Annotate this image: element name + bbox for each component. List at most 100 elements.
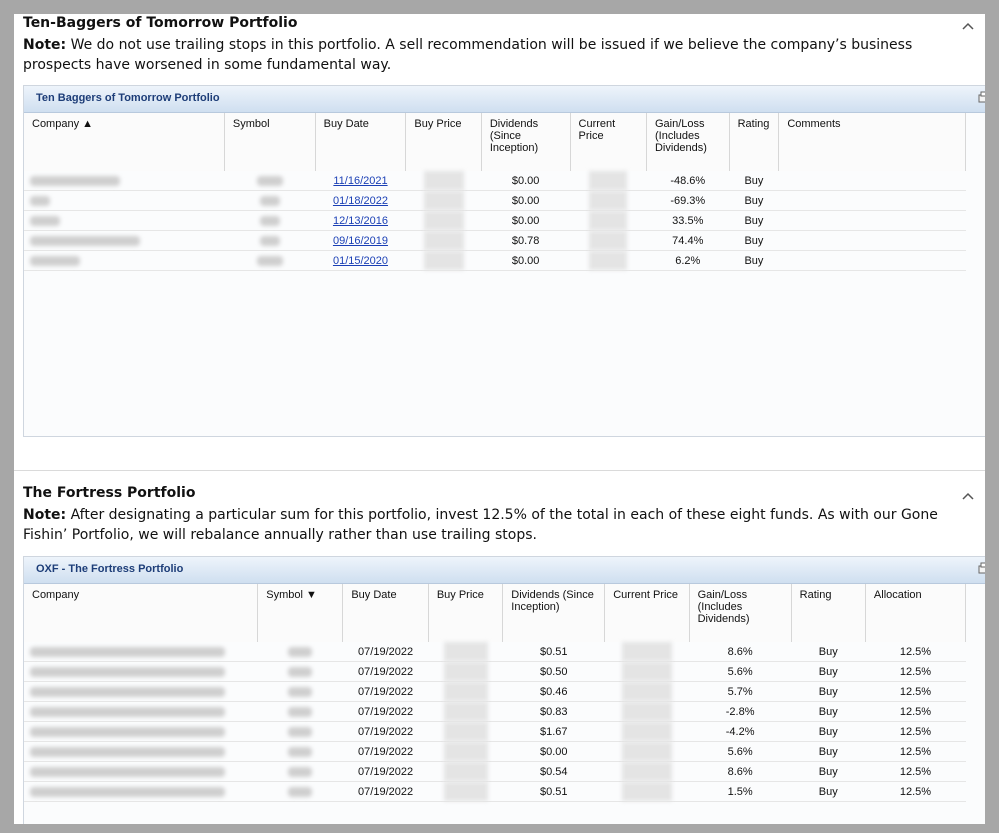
allocation-cell: 12.5% <box>865 681 966 702</box>
rating-cell: Buy <box>729 250 779 271</box>
buy-price-cell <box>405 190 482 211</box>
table-row: 07/19/2022 $0.00 5.6% Buy 12.5% <box>24 741 966 762</box>
buy-date-cell: 07/19/2022 <box>342 701 429 722</box>
column-header[interactable]: Rating <box>729 113 780 171</box>
symbol-cell <box>257 781 343 802</box>
table-row: 07/19/2022 $1.67 -4.2% Buy 12.5% <box>24 721 966 742</box>
buy-date-link[interactable]: 11/16/2021 <box>333 175 387 187</box>
column-header[interactable]: Buy Date <box>315 113 407 171</box>
company-cell <box>24 230 225 251</box>
rating-cell: Buy <box>729 230 779 251</box>
symbol-cell <box>257 761 343 782</box>
buy-price-cell <box>428 661 503 682</box>
column-header[interactable]: Gain/Loss (Includes Dividends) <box>646 113 730 171</box>
allocation-cell: 12.5% <box>865 761 966 782</box>
comments-cell <box>778 210 966 231</box>
panel-header: OXF - The Fortress Portfolio <box>24 557 985 584</box>
column-header[interactable]: Symbol <box>224 113 316 171</box>
buy-date-cell: 07/19/2022 <box>342 761 429 782</box>
gain-loss-cell: 5.6% <box>689 741 792 762</box>
current-price-cell <box>570 230 647 251</box>
allocation-cell: 12.5% <box>865 642 966 662</box>
table-header-row: Company ▲ Symbol Buy Date Buy Price Divi… <box>24 113 966 171</box>
column-header[interactable]: Comments <box>778 113 966 171</box>
column-header[interactable]: Current Price <box>604 584 690 642</box>
comments-cell <box>778 171 966 191</box>
table-row: 07/19/2022 $0.54 8.6% Buy 12.5% <box>24 761 966 782</box>
rating-cell: Buy <box>729 171 779 191</box>
buy-date-cell: 01/15/2020 <box>315 250 406 271</box>
dividends-cell: $0.83 <box>502 701 605 722</box>
table-row: 07/19/2022 $0.83 -2.8% Buy 12.5% <box>24 701 966 722</box>
buy-price-cell <box>428 681 503 702</box>
note-label: Note: <box>23 507 67 523</box>
rating-cell: Buy <box>791 781 866 802</box>
column-header[interactable]: Current Price <box>570 113 647 171</box>
symbol-cell <box>257 661 343 682</box>
rating-cell: Buy <box>791 681 866 702</box>
buy-date-cell: 07/19/2022 <box>342 642 429 662</box>
symbol-cell <box>224 190 316 211</box>
section-tenbaggers: Ten-Baggers of Tomorrow Portfolio Note: … <box>14 14 985 470</box>
symbol-cell <box>224 230 316 251</box>
column-header[interactable]: Buy Price <box>405 113 482 171</box>
buy-date-link[interactable]: 09/16/2019 <box>333 235 388 247</box>
gain-loss-cell: -48.6% <box>646 171 730 191</box>
current-price-cell <box>604 661 690 682</box>
rating-cell: Buy <box>791 721 866 742</box>
column-header[interactable]: Company <box>24 584 259 642</box>
section-divider <box>14 470 985 471</box>
note-text: We do not use trailing stops in this por… <box>23 37 913 73</box>
buy-price-cell <box>428 642 503 662</box>
column-header[interactable]: Buy Date <box>342 584 429 642</box>
comments-cell <box>778 230 966 251</box>
buy-price-cell <box>405 230 482 251</box>
dividends-cell: $0.54 <box>502 761 605 782</box>
buy-date-link[interactable]: 01/18/2022 <box>333 195 388 207</box>
allocation-cell: 12.5% <box>865 661 966 682</box>
panel-title: OXF - The Fortress Portfolio <box>36 563 184 575</box>
buy-date-link[interactable]: 01/15/2020 <box>333 255 388 267</box>
print-icon[interactable] <box>978 562 985 576</box>
symbol-cell <box>257 741 343 762</box>
company-cell <box>24 190 225 211</box>
buy-date-cell: 09/16/2019 <box>315 230 406 251</box>
allocation-cell: 12.5% <box>865 781 966 802</box>
symbol-cell <box>224 250 316 271</box>
column-header[interactable]: Dividends (Since Inception) <box>481 113 571 171</box>
gain-loss-cell: 1.5% <box>689 781 792 802</box>
allocation-cell: 12.5% <box>865 741 966 762</box>
buy-price-cell <box>428 781 503 802</box>
gain-loss-cell: 8.6% <box>689 761 792 782</box>
column-header[interactable]: Buy Price <box>428 584 504 642</box>
chevron-up-icon[interactable] <box>961 19 975 33</box>
section-note: Note: We do not use trailing stops in th… <box>23 35 963 75</box>
symbol-cell <box>257 721 343 742</box>
symbol-cell <box>257 701 343 722</box>
chevron-up-icon[interactable] <box>961 489 975 503</box>
buy-date-cell: 01/18/2022 <box>315 190 406 211</box>
table-row: 11/16/2021 $0.00 -48.6% Buy <box>24 171 966 191</box>
column-header[interactable]: Symbol ▼ <box>257 584 344 642</box>
rating-cell: Buy <box>729 210 779 231</box>
column-header[interactable]: Company ▲ <box>24 113 225 171</box>
column-header[interactable]: Rating <box>791 584 866 642</box>
comments-cell <box>778 250 966 271</box>
table-row: 07/19/2022 $0.51 1.5% Buy 12.5% <box>24 781 966 802</box>
page: Ten-Baggers of Tomorrow Portfolio Note: … <box>14 14 985 824</box>
column-header[interactable]: Gain/Loss (Includes Dividends) <box>689 584 792 642</box>
buy-date-link[interactable]: 12/13/2016 <box>333 215 388 227</box>
company-cell <box>24 681 258 702</box>
gain-loss-cell: 8.6% <box>689 642 792 662</box>
current-price-cell <box>604 681 690 702</box>
company-cell <box>24 250 225 271</box>
note-label: Note: <box>23 37 67 53</box>
gain-loss-cell: -2.8% <box>689 701 792 722</box>
current-price-cell <box>604 761 690 782</box>
dividends-cell: $0.00 <box>481 210 571 231</box>
column-header[interactable]: Dividends (Since Inception) <box>502 584 606 642</box>
print-icon[interactable] <box>978 91 985 105</box>
dividends-cell: $0.00 <box>502 741 605 762</box>
rating-cell: Buy <box>791 661 866 682</box>
column-header[interactable]: Allocation <box>865 584 967 642</box>
